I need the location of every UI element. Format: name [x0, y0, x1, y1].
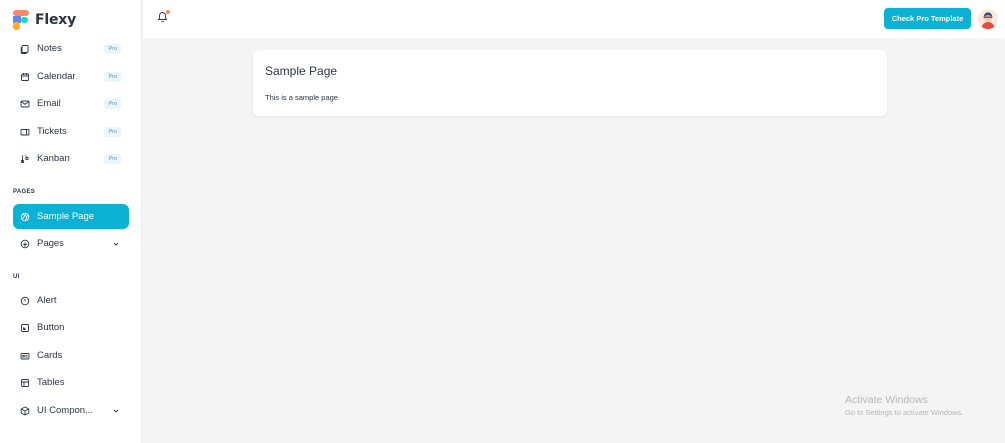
sidebar-item-notes[interactable]: Notes Pro	[13, 36, 129, 61]
sidebar-item-label: Pages	[37, 238, 64, 249]
sidebar-item-label: Tables	[37, 377, 65, 388]
kanban-icon	[20, 154, 30, 164]
watermark-subtitle: Go to Settings to activate Windows.	[845, 408, 964, 417]
sidebar-item-label: Calendar	[37, 71, 76, 82]
sidebar-item-calendar[interactable]: Calendar Pro	[13, 64, 129, 89]
sidebar-item-sample-page[interactable]: Sample Page	[13, 204, 129, 229]
card-text: This is a sample page	[265, 93, 338, 102]
sidebar-item-ui-components[interactable]: UI Compon...	[13, 398, 129, 423]
sidebar-item-label: Kanban	[37, 153, 70, 164]
sidebar-item-label: Email	[37, 98, 61, 109]
pro-badge: Pro	[104, 71, 121, 82]
cards-icon	[20, 351, 30, 361]
sidebar-item-label: Button	[37, 322, 65, 333]
box-icon	[20, 405, 30, 416]
check-pro-template-button[interactable]: Check Pro Template	[884, 8, 971, 29]
user-avatar[interactable]	[978, 9, 998, 29]
sidebar-item-email[interactable]: Email Pro	[13, 91, 129, 116]
pro-badge: Pro	[104, 153, 121, 164]
pro-badge: Pro	[104, 126, 121, 137]
pro-badge: Pro	[104, 43, 121, 54]
card-title: Sample Page	[265, 64, 338, 78]
sidebar-item-label: Notes	[37, 43, 62, 54]
sidebar-item-cards[interactable]: Cards	[13, 343, 129, 368]
sidebar-item-label: Sample Page	[37, 211, 95, 222]
pages-section-caption: PAGES	[13, 189, 36, 195]
email-icon	[20, 99, 30, 109]
ui-section-caption: UI	[13, 274, 20, 280]
sample-page-card: Sample Page This is a sample page	[253, 50, 887, 116]
pro-badge: Pro	[104, 98, 121, 109]
ticket-icon	[20, 127, 30, 137]
calendar-icon	[20, 72, 30, 82]
notification-dot	[166, 10, 170, 14]
sidebar-item-pages[interactable]: Pages	[13, 231, 129, 256]
sidebar-item-label: UI Compon...	[37, 405, 93, 416]
sidebar-item-tables[interactable]: Tables	[13, 370, 129, 395]
sidebar-item-kanban[interactable]: Kanban Pro	[13, 146, 129, 171]
chevron-down-icon	[113, 409, 119, 413]
button-icon	[20, 323, 30, 333]
sidebar: Flexy Notes Pro Calendar Pro Email Pro T…	[0, 0, 142, 443]
top-header	[143, 0, 1005, 38]
table-icon	[20, 378, 30, 388]
watermark-title: Activate Windows	[845, 394, 928, 406]
notes-icon	[20, 44, 30, 54]
sidebar-item-button[interactable]: Button	[13, 315, 129, 340]
sidebar-item-tickets[interactable]: Tickets Pro	[13, 119, 129, 144]
layers-icon	[20, 239, 30, 249]
sidebar-item-label: Alert	[37, 295, 57, 306]
aperture-icon	[20, 212, 30, 222]
chevron-down-icon	[113, 242, 119, 246]
sidebar-item-label: Tickets	[37, 126, 67, 137]
windows-activation-watermark: Activate Windows Go to Settings to activ…	[845, 394, 963, 417]
brand-name: Flexy	[35, 12, 77, 28]
brand-logo-link[interactable]: Flexy	[13, 10, 76, 30]
flexy-logo-icon	[13, 10, 29, 30]
alert-circle-icon	[20, 296, 30, 306]
sidebar-item-label: Cards	[37, 350, 63, 361]
sidebar-item-alert[interactable]: Alert	[13, 288, 129, 313]
